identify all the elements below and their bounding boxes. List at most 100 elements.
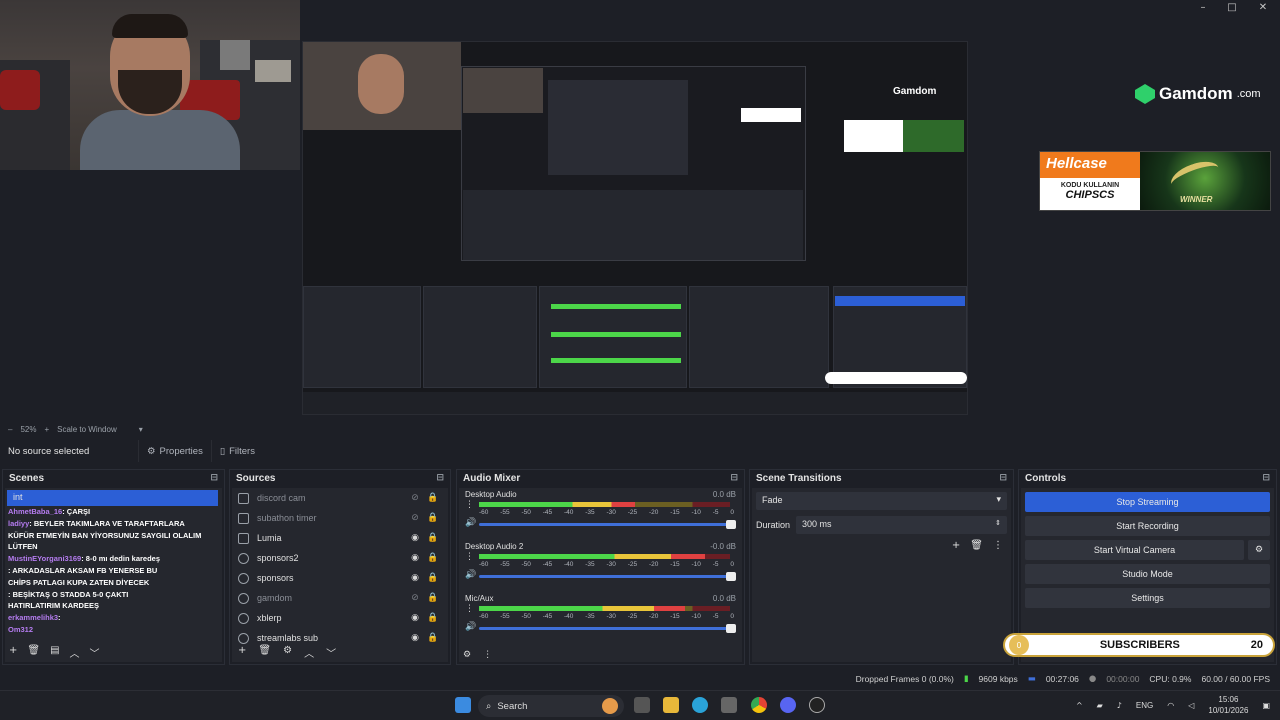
source-item[interactable]: discord cam ⊘ 🔒 — [232, 488, 448, 508]
remove-transition-button[interactable]: 🗑 — [970, 540, 983, 551]
lock-icon[interactable]: 🔒 — [424, 533, 442, 543]
source-item[interactable]: sponsors ◉ 🔒 — [232, 568, 448, 588]
meter-tick-label: -30 — [606, 509, 616, 516]
volume-icon[interactable]: ◁ — [1188, 701, 1194, 710]
eye-icon[interactable]: ◉ — [406, 533, 424, 543]
store-icon[interactable] — [721, 697, 737, 713]
discord-icon[interactable] — [780, 697, 796, 713]
source-type-icon — [238, 492, 249, 504]
lock-icon[interactable]: 🔒 — [424, 553, 442, 563]
maximize-button[interactable]: □ — [1225, 2, 1239, 13]
eye-icon[interactable]: ◉ — [406, 613, 424, 623]
source-properties-button[interactable]: ⚙ — [283, 645, 292, 660]
volume-slider-handle[interactable] — [726, 572, 736, 581]
filters-button[interactable]: ▯ Filters — [210, 440, 263, 462]
language-indicator[interactable]: ENG — [1136, 701, 1153, 710]
settings-button[interactable]: Settings — [1025, 588, 1270, 608]
lock-icon[interactable]: 🔒 — [424, 613, 442, 623]
eye-icon[interactable]: ◉ — [406, 553, 424, 563]
move-down-icon[interactable]: ﹀ — [90, 645, 100, 660]
eye-icon[interactable]: ⊘ — [406, 513, 424, 523]
source-item[interactable]: Lumia ◉ 🔒 — [232, 528, 448, 548]
dock-menu-icon[interactable]: ⊟ — [999, 473, 1007, 483]
source-item[interactable]: gamdom ⊘ 🔒 — [232, 588, 448, 608]
eye-icon[interactable]: ⊘ — [406, 493, 424, 503]
add-source-button[interactable]: + — [238, 645, 246, 660]
dock-menu-icon[interactable]: ⊟ — [210, 473, 218, 483]
task-view-icon[interactable] — [634, 697, 650, 713]
notification-icon[interactable]: ▣ — [1262, 701, 1270, 710]
remove-scene-button[interactable]: 🗑 — [27, 645, 40, 660]
edge-icon[interactable] — [692, 697, 708, 713]
zoom-out-button[interactable]: – — [8, 425, 12, 434]
close-button[interactable]: ✕ — [1256, 2, 1270, 13]
channel-menu-icon[interactable]: ⋮ — [465, 500, 474, 510]
dock-menu-icon[interactable]: ⊟ — [1262, 473, 1270, 483]
scale-mode-select[interactable]: Scale to Window — [57, 425, 117, 434]
wifi-icon[interactable]: ◠ — [1167, 701, 1174, 710]
speaker-icon[interactable]: 🔊 — [465, 518, 476, 528]
source-item[interactable]: xblerp ◉ 🔒 — [232, 608, 448, 628]
status-bar: Dropped Frames 0 (0.0%) ▮ 9609 kbps ▬ 00… — [0, 668, 1280, 690]
volume-slider-handle[interactable] — [726, 520, 736, 529]
dock-menu-icon[interactable]: ⊟ — [436, 473, 444, 483]
transition-menu-icon[interactable]: ⋮ — [993, 540, 1003, 551]
lock-icon[interactable]: 🔒 — [424, 573, 442, 583]
volume-slider[interactable] — [479, 572, 736, 581]
minimize-button[interactable]: – — [1196, 2, 1210, 13]
start-recording-button[interactable]: Start Recording — [1025, 516, 1270, 536]
studio-mode-button[interactable]: Studio Mode — [1025, 564, 1270, 584]
mic-icon[interactable]: ♪ — [1117, 701, 1122, 710]
chat-username: MustinEYorgani3169 — [8, 554, 82, 564]
mixer-settings-icon[interactable]: ⚙ — [463, 650, 471, 660]
gear-icon[interactable]: ⚙ — [1248, 540, 1270, 560]
channel-name: Desktop Audio 2 — [465, 542, 524, 551]
chevron-down-icon[interactable]: ▾ — [139, 425, 143, 434]
source-item[interactable]: subathon timer ⊘ 🔒 — [232, 508, 448, 528]
scene-item-int[interactable]: int — [7, 490, 218, 506]
gamepad-icon[interactable]: ▰ — [1097, 701, 1103, 710]
lock-icon[interactable]: 🔒 — [424, 633, 442, 643]
file-explorer-icon[interactable] — [663, 697, 679, 713]
eye-icon[interactable]: ◉ — [406, 633, 424, 643]
start-virtual-camera-button[interactable]: Start Virtual Camera — [1025, 540, 1244, 560]
scene-filters-button[interactable]: ▤ — [50, 645, 59, 660]
chevron-up-icon[interactable]: ^ — [1076, 701, 1083, 710]
meter-tick-label: 0 — [730, 509, 734, 516]
eye-icon[interactable]: ◉ — [406, 573, 424, 583]
channel-menu-icon[interactable]: ⋮ — [465, 552, 474, 562]
meter-tick-label: -25 — [627, 561, 638, 568]
transition-select[interactable]: Fade ▾ — [756, 492, 1007, 510]
move-up-icon[interactable]: ︿ — [304, 645, 314, 660]
windows-start-icon[interactable] — [455, 697, 471, 713]
move-up-icon[interactable]: ︿ — [70, 645, 80, 660]
speaker-icon[interactable]: 🔊 — [465, 570, 476, 580]
zoom-in-button[interactable]: + — [44, 425, 49, 434]
volume-slider[interactable] — [479, 624, 736, 633]
move-down-icon[interactable]: ﹀ — [326, 645, 336, 660]
source-item[interactable]: sponsors2 ◉ 🔒 — [232, 548, 448, 568]
add-scene-button[interactable]: + — [9, 645, 17, 660]
volume-slider[interactable] — [479, 520, 736, 529]
volume-slider-handle[interactable] — [726, 624, 736, 633]
obs-icon[interactable] — [809, 697, 825, 713]
lock-icon[interactable]: 🔒 — [424, 513, 442, 523]
preview-canvas[interactable]: Gamdom — [302, 41, 968, 415]
scenes-list: int AhmetBaba_16: ÇARŞI ladiyy: BEYLER TA… — [5, 488, 222, 662]
lock-icon[interactable]: 🔒 — [424, 593, 442, 603]
dock-menu-icon[interactable]: ⊟ — [730, 473, 738, 483]
stop-streaming-button[interactable]: Stop Streaming — [1025, 492, 1270, 512]
eye-icon[interactable]: ⊘ — [406, 593, 424, 603]
duration-input[interactable]: 300 ms ⇕ — [796, 516, 1007, 534]
channel-menu-icon[interactable]: ⋮ — [465, 604, 474, 614]
taskbar-search[interactable]: ⌕ Search — [478, 695, 624, 717]
taskbar-clock[interactable]: 15:06 10/01/2026 — [1208, 694, 1248, 716]
remove-source-button[interactable]: 🗑 — [258, 645, 271, 660]
mixer-menu-icon[interactable]: ⋮ — [483, 650, 492, 660]
speaker-icon[interactable]: 🔊 — [465, 622, 476, 632]
add-transition-button[interactable]: + — [952, 540, 960, 551]
gamdom-logo: Gamdom .com — [1135, 84, 1261, 104]
lock-icon[interactable]: 🔒 — [424, 493, 442, 503]
chrome-icon[interactable] — [751, 697, 767, 713]
properties-button[interactable]: ⚙ Properties — [138, 440, 211, 462]
